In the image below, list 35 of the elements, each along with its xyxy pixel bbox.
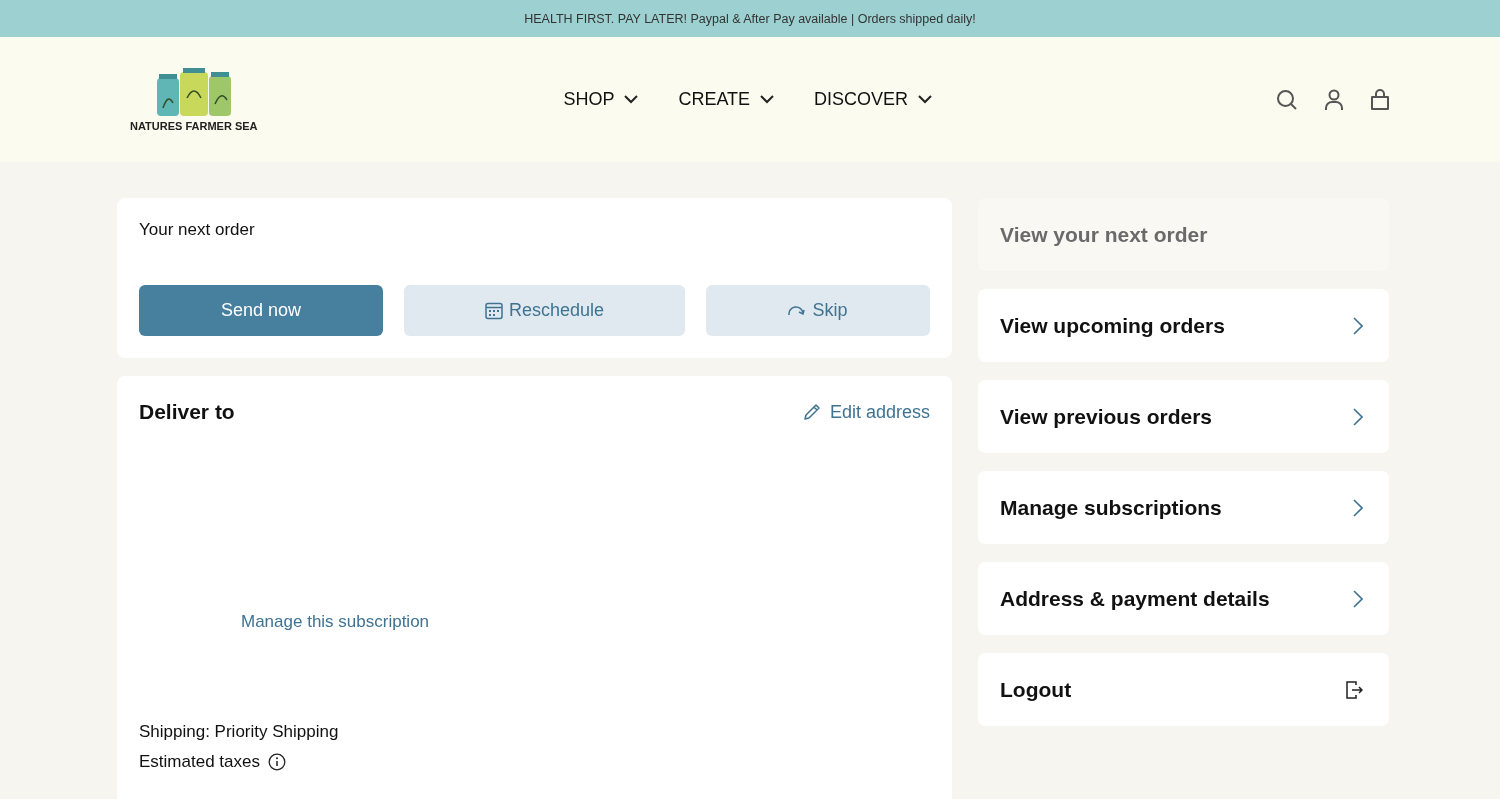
chevron-right-icon (1353, 589, 1363, 608)
account-icon[interactable] (1324, 88, 1344, 111)
chevron-down-icon (760, 95, 775, 104)
nav-menu-item[interactable]: DISCOVER (814, 89, 933, 110)
card-title: Your next order (139, 220, 256, 240)
manage-subscription-link[interactable]: Manage this subscription (241, 612, 430, 632)
nav-menu-item[interactable]: SHOP (563, 89, 639, 110)
nav-menu-item[interactable]: CREATE (678, 89, 775, 110)
chevron-right-icon (1353, 498, 1363, 517)
account-menu-item[interactable]: Manage subscriptions (978, 471, 1389, 544)
calendar-icon (484, 301, 503, 320)
pencil-icon (801, 402, 822, 422)
account-menu-item[interactable]: Address & payment details (978, 562, 1389, 635)
chevron-down-icon (918, 95, 933, 104)
reschedule-button[interactable]: Reschedule (404, 285, 685, 336)
curved-arrow-icon (788, 305, 807, 316)
info-icon[interactable] (267, 753, 286, 771)
search-icon[interactable] (1276, 88, 1298, 111)
skip-button[interactable]: Skip (706, 285, 930, 336)
logout-icon (1345, 679, 1363, 700)
send-now-button[interactable]: Send now (139, 285, 383, 336)
chevron-right-icon (1353, 407, 1363, 426)
account-menu-item[interactable]: View previous orders (978, 380, 1389, 453)
edit-address-link[interactable]: Edit address (801, 401, 930, 423)
logo[interactable]: NATURES FARMER SEA (128, 67, 260, 132)
chevron-down-icon (624, 95, 639, 104)
shipping-text: Shipping: Priority Shipping (139, 722, 340, 742)
estimated-taxes-label: Estimated taxes (139, 752, 260, 772)
announcement-text: HEALTH FIRST. PAY LATER! Paypal & After Pay available | Orders shipped daily! (524, 11, 976, 26)
shopping-bag-icon[interactable] (1370, 88, 1390, 111)
chevron-right-icon (1353, 316, 1363, 335)
card-title: Deliver to (139, 400, 235, 424)
account-menu-item[interactable]: Logout (978, 653, 1389, 726)
logo-text: NATURES FARMER SEA (130, 119, 258, 132)
account-menu-item[interactable]: View upcoming orders (978, 289, 1389, 362)
